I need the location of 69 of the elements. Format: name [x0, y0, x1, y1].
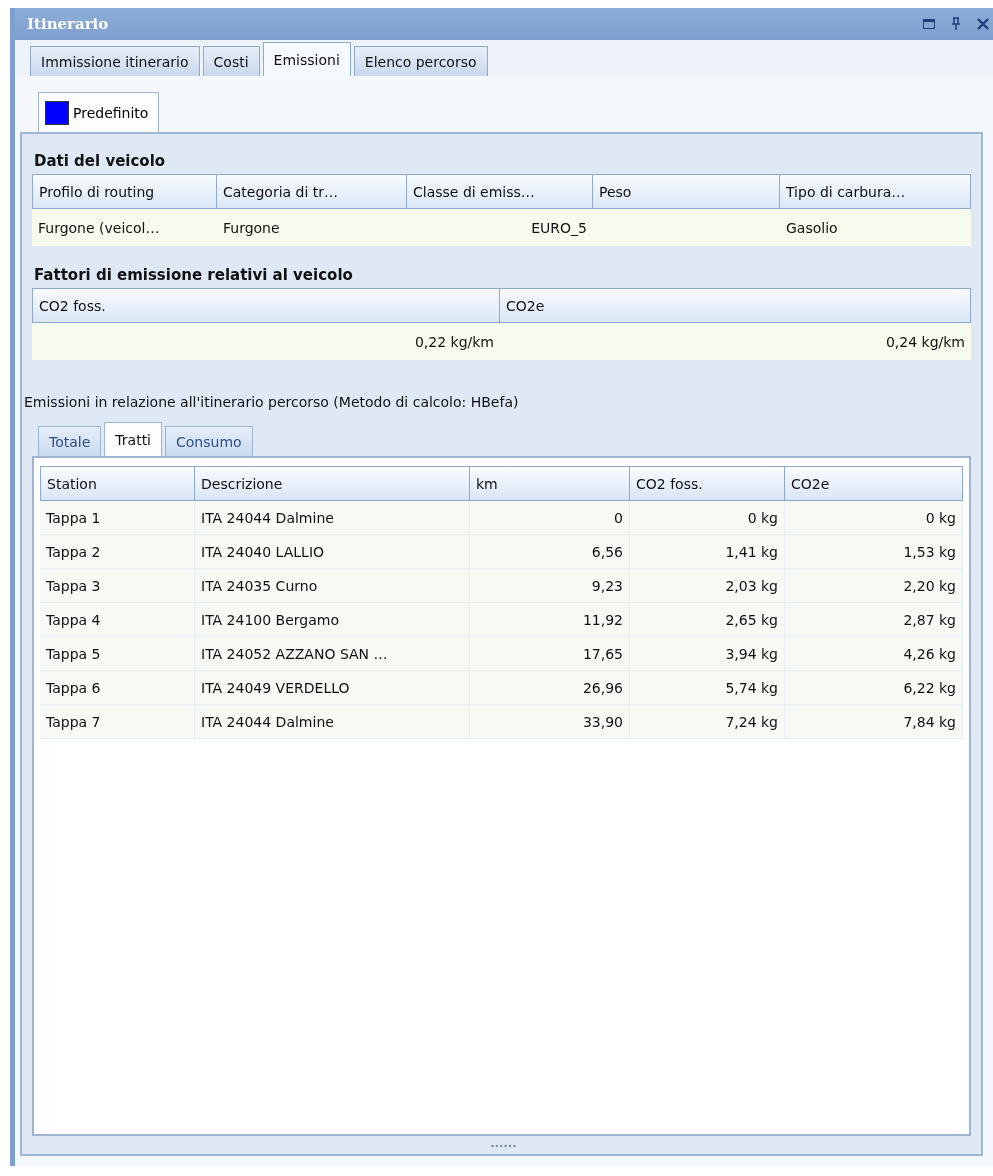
table-cell: 11,92	[470, 603, 630, 637]
table-cell: 0	[470, 501, 630, 535]
table-cell: 0,24 kg/km	[500, 323, 971, 360]
column-header[interactable]: Descrizione	[195, 466, 470, 501]
pin-icon[interactable]	[951, 17, 961, 31]
table-cell: 4,26 kg	[785, 637, 963, 671]
table-cell: ITA 24044 Dalmine	[195, 705, 470, 739]
window-title: Itinerario	[27, 15, 109, 33]
tab[interactable]: Costi	[202, 46, 260, 76]
table-cell: 3,94 kg	[630, 637, 785, 671]
table-cell: 2,65 kg	[630, 603, 785, 637]
column-header[interactable]: Tipo di carbura…	[780, 174, 971, 209]
column-header[interactable]: Station	[40, 466, 195, 501]
section-heading: Dati del veicolo	[33, 152, 167, 172]
table-cell: 7,24 kg	[630, 705, 785, 739]
table-cell: 0 kg	[785, 501, 963, 535]
column-header[interactable]: km	[470, 466, 630, 501]
section-caption: Emissioni in relazione all'itinerario percorso (Metodo di calcolo: HBefa)	[24, 394, 520, 410]
table-cell: 33,90	[470, 705, 630, 739]
table-cell: 17,65	[470, 637, 630, 671]
table-cell: 9,23	[470, 569, 630, 603]
tab[interactable]: Consumo	[165, 426, 253, 456]
table-cell: Tappa 3	[40, 569, 195, 603]
table-cell: Gasolio	[780, 209, 971, 246]
table-cell: ITA 24040 LALLIO	[195, 535, 470, 569]
table-cell: 6,22 kg	[785, 671, 963, 705]
table-cell: ITA 24049 VERDELLO	[195, 671, 470, 705]
tab[interactable]: Immissione itinerario	[30, 46, 200, 76]
table-cell: 7,84 kg	[785, 705, 963, 739]
table-cell: Tappa 5	[40, 637, 195, 671]
column-header[interactable]: CO2 foss.	[630, 466, 785, 501]
column-header[interactable]: CO2e	[500, 288, 971, 323]
tab[interactable]: Tratti	[104, 422, 162, 456]
tab[interactable]: Elenco percorso	[353, 46, 488, 76]
column-header[interactable]: CO2 foss.	[32, 288, 500, 323]
tab[interactable]: Emissioni	[262, 42, 351, 76]
table-cell: Furgone (veicol…	[32, 209, 217, 246]
table-cell: 6,56	[470, 535, 630, 569]
table-cell: 1,53 kg	[785, 535, 963, 569]
table-cell: Tappa 2	[40, 535, 195, 569]
column-header[interactable]: Categoria di tr…	[217, 174, 407, 209]
tab[interactable]: Totale	[38, 426, 102, 456]
close-icon[interactable]	[977, 18, 989, 30]
table-cell: Tappa 6	[40, 671, 195, 705]
table-cell: 0 kg	[630, 501, 785, 535]
table-cell: 2,20 kg	[785, 569, 963, 603]
table-cell: ITA 24044 Dalmine	[195, 501, 470, 535]
maximize-icon[interactable]	[923, 19, 935, 29]
table-cell: EURO_5	[407, 209, 593, 246]
column-header[interactable]: Peso	[593, 174, 780, 209]
table-cell: 5,74 kg	[630, 671, 785, 705]
table-cell: ITA 24052 AZZANO SAN …	[195, 637, 470, 671]
profile-tab[interactable]: Predefinito	[38, 92, 160, 132]
profile-label: Predefinito	[73, 104, 149, 121]
table-cell: 26,96	[470, 671, 630, 705]
table-cell: Tappa 4	[40, 603, 195, 637]
column-header[interactable]: CO2e	[785, 466, 963, 501]
table-cell: 2,03 kg	[630, 569, 785, 603]
table-cell: ITA 24035 Curno	[195, 569, 470, 603]
table-cell: Tappa 7	[40, 705, 195, 739]
table-cell: Furgone	[217, 209, 407, 246]
table-cell: 1,41 kg	[630, 535, 785, 569]
table-cell: 2,87 kg	[785, 603, 963, 637]
section-heading: Fattori di emissione relativi al veicolo	[33, 266, 354, 286]
table-cell: ITA 24100 Bergamo	[195, 603, 470, 637]
column-header[interactable]: Profilo di routing	[32, 174, 217, 209]
table-cell: 0,22 kg/km	[32, 323, 500, 360]
table-cell: Tappa 1	[40, 501, 195, 535]
column-header[interactable]: Classe di emiss…	[407, 174, 593, 209]
